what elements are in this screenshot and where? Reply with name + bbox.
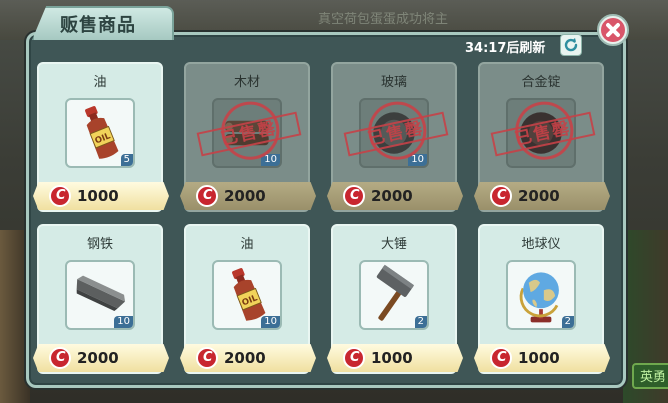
item-card[interactable]: 木材 10已售罄2000 [180,62,316,212]
item-card[interactable]: 油 OIL 10 2000 [180,224,316,374]
price-bar: 2000 [327,182,463,210]
item-quantity: 5 [120,154,133,166]
item-price: 1000 [371,349,413,367]
shop-title: 贩售商品 [60,15,136,36]
cap-coin-icon [490,347,512,369]
background-banner-text: 真空荷包蛋蛋成功将主 [318,12,449,27]
item-quantity: 10 [114,316,133,328]
item-card[interactable]: 地球仪 2 1000 [474,224,610,374]
item-price: 2000 [371,187,413,205]
refresh-timer: 34:17后刷新 [465,41,546,56]
item-quantity: 10 [261,316,280,328]
item-card[interactable]: 大锤 2 1000 [327,224,463,374]
item-price: 1000 [518,349,560,367]
cap-coin-icon [490,185,512,207]
item-icon-box: 10 [65,260,135,330]
item-card[interactable]: 玻璃 10已售罄2000 [327,62,463,212]
item-name: 合金锭 [521,75,561,90]
refresh-icon [564,38,578,52]
item-price: 2000 [224,349,266,367]
item-name: 玻璃 [380,75,407,90]
item-icon-box: 2 [506,260,576,330]
item-name: 钢铁 [86,237,113,252]
cap-coin-icon [343,185,365,207]
item-name: 油 [93,75,107,90]
item-icon-box: OIL 10 [212,260,282,330]
item-icon-box: 2 [359,260,429,330]
refresh-button[interactable] [560,34,582,56]
item-name: 木材 [233,75,260,90]
item-icon-box: OIL 5 [65,98,135,168]
price-bar: 1000 [474,344,610,372]
background-side-button[interactable]: 英勇 [632,363,668,389]
close-button[interactable] [597,14,629,46]
item-price: 2000 [77,349,119,367]
item-price: 1000 [77,187,119,205]
item-quantity: 2 [414,316,427,328]
price-bar: 2000 [180,182,316,210]
cap-coin-icon [196,185,218,207]
cap-coin-icon [196,347,218,369]
item-price: 2000 [518,187,560,205]
close-icon [601,18,625,42]
price-bar: 2000 [474,182,610,210]
cap-coin-icon [49,347,71,369]
item-quantity: 2 [561,316,574,328]
item-card[interactable]: 钢铁 10 2000 [33,224,169,374]
price-bar: 1000 [327,344,463,372]
item-name: 地球仪 [521,237,561,252]
price-bar: 2000 [180,344,316,372]
item-price: 2000 [224,187,266,205]
cap-coin-icon [49,185,71,207]
sold-out-stamp: 已售罄 [194,96,305,170]
item-name: 大锤 [380,237,407,252]
item-card[interactable]: 油 OIL 5 1000 [33,62,169,212]
cap-coin-icon [343,347,365,369]
sold-out-stamp: 已售罄 [488,96,599,170]
sold-out-stamp: 已售罄 [341,96,452,170]
price-bar: 2000 [33,344,169,372]
item-card[interactable]: 合金锭 已售罄 2000 [474,62,610,212]
price-bar: 1000 [33,182,169,210]
item-name: 油 [240,237,254,252]
